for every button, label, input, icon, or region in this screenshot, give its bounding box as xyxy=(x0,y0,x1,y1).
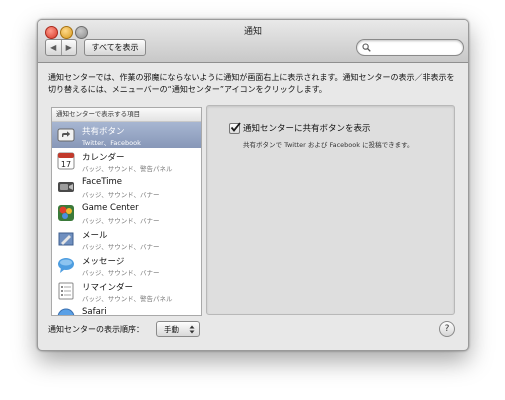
notification-apps-list[interactable]: 通知センターで表示する項目 共有ボタン Twitter、Facebook 17 … xyxy=(51,107,202,316)
title-bar: 通知 ◀ ▶ すべてを表示 xyxy=(38,20,468,63)
item-name: メッセージ xyxy=(82,257,125,267)
sort-order-value: 手動 xyxy=(164,325,179,334)
list-item-game-center[interactable]: Game Center バッジ、サウンド、バナー xyxy=(52,200,201,226)
messages-icon xyxy=(58,258,74,273)
window-title: 通知 xyxy=(243,27,262,37)
list-header: 通知センターで表示する項目 xyxy=(52,108,201,122)
item-name: Game Center xyxy=(82,203,139,213)
item-subtitle: バッジ、サウンド、警告パネル xyxy=(82,295,173,303)
detail-panel: 通知センターに共有ボタンを表示 共有ボタンで Twitter および Faceb… xyxy=(206,105,455,315)
item-subtitle: バッジ、サウンド、バナー xyxy=(82,243,160,251)
item-name: メール xyxy=(82,231,108,241)
list-item-mail[interactable]: メール バッジ、サウンド、バナー xyxy=(52,226,201,252)
item-subtitle: バッジ、サウンド、警告パネル xyxy=(82,165,173,173)
sort-order-label: 通知センターの表示順序： xyxy=(48,325,144,334)
list-item-safari[interactable]: Safari xyxy=(52,304,201,316)
item-name: 共有ボタン xyxy=(82,127,125,137)
list-item-calendar[interactable]: 17 カレンダー バッジ、サウンド、警告パネル xyxy=(52,148,201,174)
share-icon xyxy=(57,128,75,142)
safari-icon xyxy=(57,308,75,315)
checkbox-label[interactable]: 通知センターに共有ボタンを表示 xyxy=(243,122,371,134)
sort-order-select[interactable]: 手動 xyxy=(156,321,200,337)
list-item-share-buttons[interactable]: 共有ボタン Twitter、Facebook xyxy=(52,122,201,148)
checkmark-icon xyxy=(230,122,241,132)
help-button[interactable]: ? xyxy=(439,321,455,337)
search-icon xyxy=(362,43,371,52)
item-subtitle: バッジ、サウンド、バナー xyxy=(82,217,160,225)
facetime-icon xyxy=(58,182,74,192)
description-text: 通知センターでは、作業の邪魔にならないように通知が画面右上に表示されます。通知セ… xyxy=(48,73,455,94)
mail-icon xyxy=(58,232,74,246)
item-name: FaceTime xyxy=(82,177,123,187)
item-subtitle: Twitter、Facebook xyxy=(82,139,141,147)
preferences-window: 通知 ◀ ▶ すべてを表示 通知センターでは、作業の邪魔にならないように通知が画… xyxy=(37,19,469,351)
calendar-day: 17 xyxy=(61,160,71,169)
forward-button[interactable]: ▶ xyxy=(60,40,77,55)
show-share-button-checkbox[interactable] xyxy=(229,122,241,134)
list-item-reminders[interactable]: リマインダー バッジ、サウンド、警告パネル xyxy=(52,278,201,304)
calendar-icon: 17 xyxy=(57,152,75,170)
back-button[interactable]: ◀ xyxy=(46,40,61,55)
game-center-icon xyxy=(58,205,74,221)
item-name: リマインダー xyxy=(82,283,134,293)
reminders-icon xyxy=(58,282,74,300)
checkbox-description: 共有ボタンで Twitter および Facebook に投稿できます。 xyxy=(243,141,414,149)
list-item-messages[interactable]: メッセージ バッジ、サウンド、バナー xyxy=(52,252,201,278)
search-input[interactable] xyxy=(373,41,457,53)
show-all-button[interactable]: すべてを表示 xyxy=(84,39,146,56)
select-arrows-icon xyxy=(189,325,195,334)
search-field[interactable] xyxy=(356,39,464,56)
item-name: Safari xyxy=(82,307,107,316)
item-subtitle: バッジ、サウンド、バナー xyxy=(82,191,160,199)
item-subtitle: バッジ、サウンド、バナー xyxy=(82,269,160,277)
item-name: カレンダー xyxy=(82,153,125,163)
navigation-buttons: ◀ ▶ xyxy=(45,39,77,56)
list-item-facetime[interactable]: FaceTime バッジ、サウンド、バナー xyxy=(52,174,201,200)
